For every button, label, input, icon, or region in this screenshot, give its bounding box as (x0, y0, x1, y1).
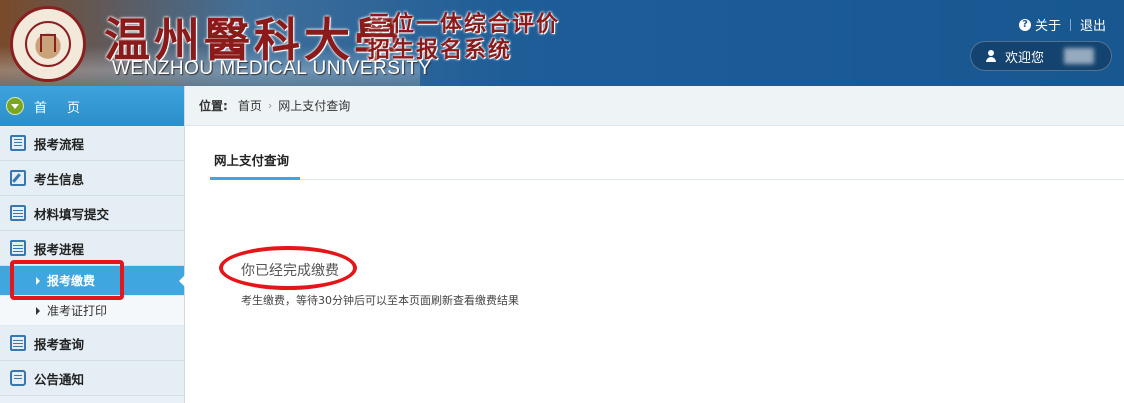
sidebar-subitem-admission-ticket[interactable]: 准考证打印 (0, 296, 184, 326)
breadcrumb: 位置: 首页 › 网上支付查询 (185, 86, 1124, 126)
system-title-line2: 招生报名系统 (368, 38, 513, 63)
message-icon (10, 370, 26, 386)
calendar-icon (10, 240, 26, 256)
breadcrumb-prefix: 位置: (199, 99, 228, 113)
logout-link[interactable]: 退出 (1080, 15, 1106, 34)
welcome-user-pill[interactable]: 欢迎您 (970, 41, 1112, 71)
highlight-annotation-box (10, 260, 124, 300)
blurred-username (1064, 48, 1095, 64)
caret-right-icon (36, 306, 40, 315)
system-title-line1: 三位一体综合评价 (368, 12, 561, 37)
system-title: 三位一体综合评价 招生报名系统 (368, 12, 560, 64)
sidebar-item-label: 考生信息 (34, 171, 85, 187)
sidebar-item-student-info[interactable]: 考生信息 (0, 161, 184, 196)
header-banner: 温州醫科大學 WENZHOU MEDICAL UNIVERSITY 三位一体综合… (0, 0, 1124, 86)
home-label: 首页 (34, 100, 101, 116)
divider (1069, 18, 1071, 31)
top-links: ? 关于 退出 (1018, 15, 1106, 34)
university-seal-logo (10, 6, 86, 82)
sidebar-item-notices[interactable]: 公告通知 (0, 361, 184, 396)
sidebar-item-process[interactable]: 报考流程 (0, 126, 184, 161)
breadcrumb-home-link[interactable]: 首页 (238, 97, 262, 114)
sidebar: 首页 报考流程 考生信息 材料填写提交 报考进程 报考缴费 准考证打印 报考查询… (0, 86, 185, 403)
edit-icon (10, 170, 26, 186)
welcome-label: 欢迎您 (1005, 50, 1045, 66)
chevron-down-icon (6, 97, 24, 115)
sidebar-item-label: 材料填写提交 (34, 206, 110, 222)
calendar-icon (10, 205, 26, 221)
sidebar-item-query[interactable]: 报考查询 (0, 326, 184, 361)
calendar-icon (10, 335, 26, 351)
sidebar-item-label: 报考查询 (34, 336, 85, 352)
list-icon (10, 135, 26, 151)
sidebar-item-materials[interactable]: 材料填写提交 (0, 196, 184, 231)
breadcrumb-current: 网上支付查询 (278, 99, 351, 113)
sidebar-item-label: 报考流程 (34, 136, 85, 152)
tab-online-payment-query[interactable]: 网上支付查询 (210, 150, 300, 180)
tab-bar: 网上支付查询 (210, 150, 1124, 180)
sidebar-subitem-label: 准考证打印 (47, 304, 108, 318)
sidebar-home[interactable]: 首页 (0, 86, 184, 126)
chevron-right-icon: › (267, 99, 273, 112)
question-icon: ? (1018, 18, 1031, 31)
sidebar-item-label: 报考进程 (34, 241, 85, 257)
highlight-annotation-oval (219, 246, 357, 290)
payment-note-text: 考生缴费，等待30分钟后可以至本页面刷新查看缴费结果 (241, 294, 519, 307)
user-icon (985, 50, 997, 62)
about-link[interactable]: 关于 (1035, 15, 1061, 34)
sidebar-item-label: 公告通知 (34, 371, 85, 387)
